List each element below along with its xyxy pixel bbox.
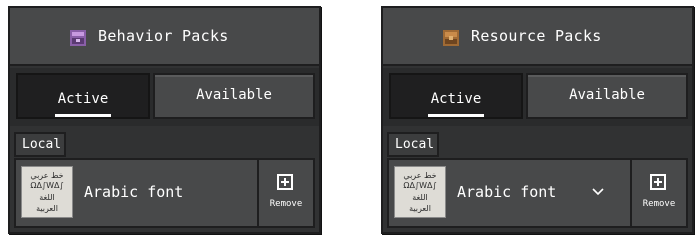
pack-thumbnail: خط عربي ΩΔ∫WΔ∫ اللغة العربية: [21, 166, 73, 218]
tab-bar: Active Available: [383, 68, 692, 126]
tab-available[interactable]: Available: [153, 73, 315, 119]
thumbnail-text: خط عربي: [30, 171, 64, 180]
active-tab-indicator: [55, 114, 111, 117]
pack-list-item: خط عربي ΩΔ∫WΔ∫ اللغة العربية Arabic font…: [14, 158, 315, 228]
tab-active-label: Active: [57, 91, 109, 107]
remove-label: Remove: [642, 199, 676, 209]
thumbnail-text: العربية: [409, 204, 431, 213]
thumbnail-text: ΩΔ∫WΔ∫: [30, 181, 64, 190]
tab-available[interactable]: Available: [526, 73, 688, 119]
tab-available-label: Available: [196, 87, 272, 103]
pack-name: Arabic font: [84, 183, 184, 201]
tab-bar: Active Available: [10, 68, 319, 126]
pack-expand-toggle[interactable]: خط عربي ΩΔ∫WΔ∫ اللغة العربية Arabic font: [389, 160, 664, 226]
panel-title: Behavior Packs: [98, 27, 229, 45]
behavior-packs-panel: Behavior Packs Active Available Local خط…: [8, 6, 321, 234]
resource-pack-icon: [443, 30, 459, 46]
panel-header: Resource Packs: [383, 8, 692, 66]
pack-thumbnail: خط عربي ΩΔ∫WΔ∫ اللغة العربية: [394, 166, 446, 218]
tab-active[interactable]: Active: [16, 73, 150, 119]
resource-packs-panel: Resource Packs Active Available Local خط…: [381, 6, 694, 234]
section-local-label: Local: [14, 132, 66, 157]
chevron-down-icon: [592, 188, 604, 196]
thumbnail-text: خط عربي: [403, 171, 437, 180]
pack-name: Arabic font: [457, 183, 557, 201]
remove-icon: [277, 174, 293, 190]
behavior-pack-icon: [70, 30, 86, 46]
tab-active[interactable]: Active: [389, 73, 523, 119]
thumbnail-text: اللغة: [39, 193, 55, 202]
tab-available-label: Available: [569, 87, 645, 103]
tab-active-label: Active: [430, 91, 482, 107]
thumbnail-text: العربية: [36, 204, 58, 213]
panel-header: Behavior Packs: [10, 8, 319, 66]
thumbnail-text: اللغة: [412, 193, 428, 202]
thumbnail-text: ΩΔ∫WΔ∫: [403, 181, 437, 190]
remove-label: Remove: [269, 199, 303, 209]
remove-icon: [650, 174, 666, 190]
remove-button[interactable]: Remove: [630, 160, 686, 226]
remove-button[interactable]: Remove: [257, 160, 313, 226]
panel-title: Resource Packs: [471, 27, 602, 45]
pack-list-item: خط عربي ΩΔ∫WΔ∫ اللغة العربية Arabic font…: [387, 158, 688, 228]
pack-expand-toggle[interactable]: خط عربي ΩΔ∫WΔ∫ اللغة العربية Arabic font: [16, 160, 291, 226]
section-local-label: Local: [387, 132, 439, 157]
active-tab-indicator: [428, 114, 484, 117]
